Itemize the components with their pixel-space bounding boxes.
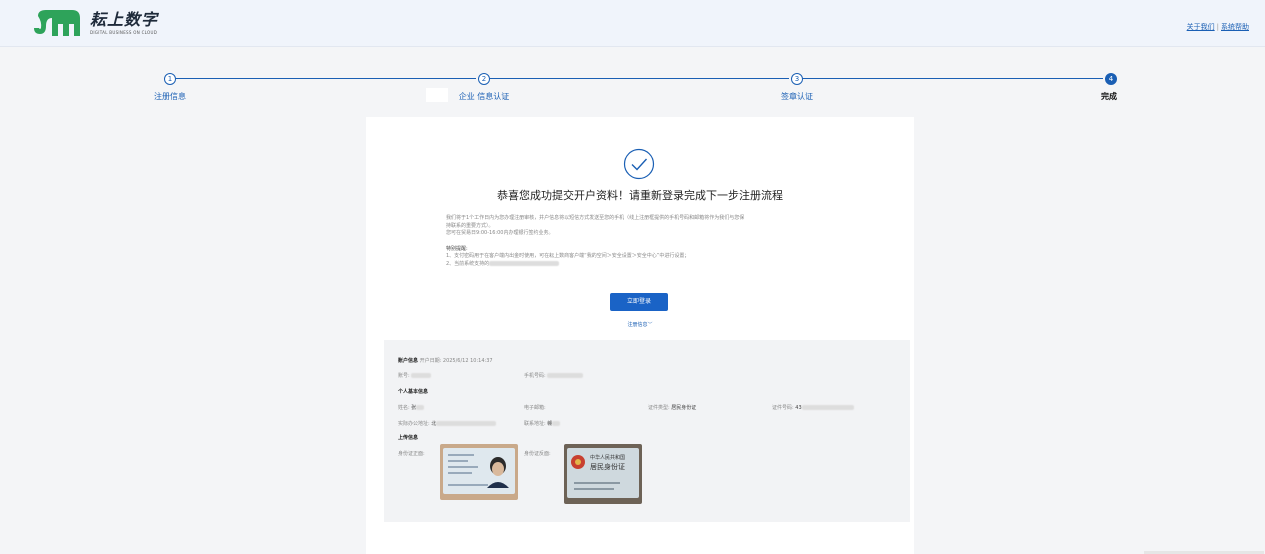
id-back-label: 身份证反面: <box>524 451 551 457</box>
name-label: 姓名: <box>398 405 410 411</box>
step-3-indicator: 3 <box>791 73 803 85</box>
id-card-back-image: 中华人民共和国 居民身份证 <box>564 444 642 504</box>
step-3-label: 签章认证 <box>781 92 813 101</box>
personal-section-title: 个人基本信息 <box>398 389 429 395</box>
id-number-value: 43 <box>795 405 802 411</box>
id-back-header: 中华人民共和国 <box>590 454 625 461</box>
redacted-text <box>489 260 560 266</box>
account-label: 账号: <box>398 373 410 379</box>
link-separator: | <box>1216 23 1219 31</box>
id-card-front-image <box>440 444 518 500</box>
tip-line-1: 1、支付密码用于在客户端内出金时使用，可在耘上数商客户端“我的空间＞安全设置＞安… <box>446 253 690 259</box>
success-title: 恭喜您成功提交开户资料！请重新登录完成下一步注册流程 <box>497 189 783 202</box>
id-number-label: 证件号码: <box>772 405 794 411</box>
step-connector <box>490 78 789 79</box>
contact-label: 联系地址: <box>524 421 546 427</box>
system-help-link[interactable]: 系统帮助 <box>1221 23 1249 31</box>
success-check-icon <box>623 148 655 180</box>
logo[interactable]: 耘上数字 DIGITAL BUSINESS ON CLOUD <box>32 8 158 38</box>
tip-title: 特别提醒: <box>446 245 468 252</box>
top-header: 耘上数字 DIGITAL BUSINESS ON CLOUD 关于我们 | 系统帮助 <box>0 0 1265 47</box>
open-date-label: 开户日期: <box>419 358 442 364</box>
upload-section-title: 上传信息 <box>398 435 419 441</box>
registration-info-toggle[interactable]: 注册信息﹀ <box>366 321 914 328</box>
chevron-down-icon: ﹀ <box>647 322 653 328</box>
result-card: 恭喜您成功提交开户资料！请重新登录完成下一步注册流程 我们将于1个工作日内为您办… <box>366 117 914 554</box>
top-links: 关于我们 | 系统帮助 <box>1187 22 1249 32</box>
redacted-id-number <box>801 405 854 410</box>
login-now-button[interactable]: 立即登录 <box>610 293 668 311</box>
id-front-photo[interactable] <box>440 444 518 500</box>
notice-line-3: 您可在贸易日9:00-16:00内办理银行签约业务。 <box>446 230 554 236</box>
about-us-link[interactable]: 关于我们 <box>1187 23 1215 31</box>
id-type-label: 证件类型: <box>648 405 670 411</box>
id-back-title: 居民身份证 <box>590 462 625 471</box>
step-1-indicator: 1 <box>164 73 176 85</box>
step-4-label: 完成 <box>1101 92 1117 101</box>
logo-subtitle: DIGITAL BUSINESS ON CLOUD <box>90 29 158 35</box>
account-section-title: 账户信息 <box>398 358 419 364</box>
notice-line-1: 我们将于1个工作日内为您办理注册审核，并户信息将以短信方式发送至您的手机（线上注… <box>446 215 745 221</box>
step-connector <box>803 78 1103 79</box>
registration-info-toggle-label: 注册信息 <box>627 322 648 328</box>
step-2-label: 企业 信息认证 <box>458 92 510 101</box>
email-label: 电子邮箱: <box>524 405 546 411</box>
address-label: 实际办公地址: <box>398 421 430 427</box>
step-connector <box>176 78 476 79</box>
open-date-value: 2025/6/12 10:14:37 <box>442 358 493 364</box>
step-label-mask <box>426 88 448 102</box>
step-1-label: 注册信息 <box>154 92 186 101</box>
notice-line-2: 持联系的重要方式）。 <box>446 222 494 229</box>
step-4-indicator: 4 <box>1105 73 1117 85</box>
id-type-value: 居民身份证 <box>671 405 697 411</box>
notice-text: 我们将于1个工作日内为您办理注册审核，并户信息将以短信方式发送至您的手机（线上注… <box>446 215 846 268</box>
redacted-phone <box>547 373 584 378</box>
id-front-label: 身份证正面: <box>398 451 425 457</box>
redacted-contact <box>552 421 561 426</box>
step-2-indicator: 2 <box>478 73 490 85</box>
redacted-address <box>436 421 497 426</box>
logo-title: 耘上数字 <box>90 9 159 29</box>
elephant-logo-icon <box>34 10 80 36</box>
redacted-account <box>411 373 432 378</box>
phone-label: 手机号码: <box>524 373 546 379</box>
tip-line-2: 2、当前系统支持的 <box>446 260 490 267</box>
id-back-photo[interactable]: 中华人民共和国 居民身份证 <box>564 444 642 504</box>
registration-info-panel: 账户信息 开户日期: 2025/6/12 10:14:37 账号: 手机号码: … <box>384 340 910 522</box>
redacted-name <box>416 405 425 410</box>
progress-steps: 1 2 3 4 注册信息 企业 信息认证 签章认证 完成 <box>0 70 1265 110</box>
